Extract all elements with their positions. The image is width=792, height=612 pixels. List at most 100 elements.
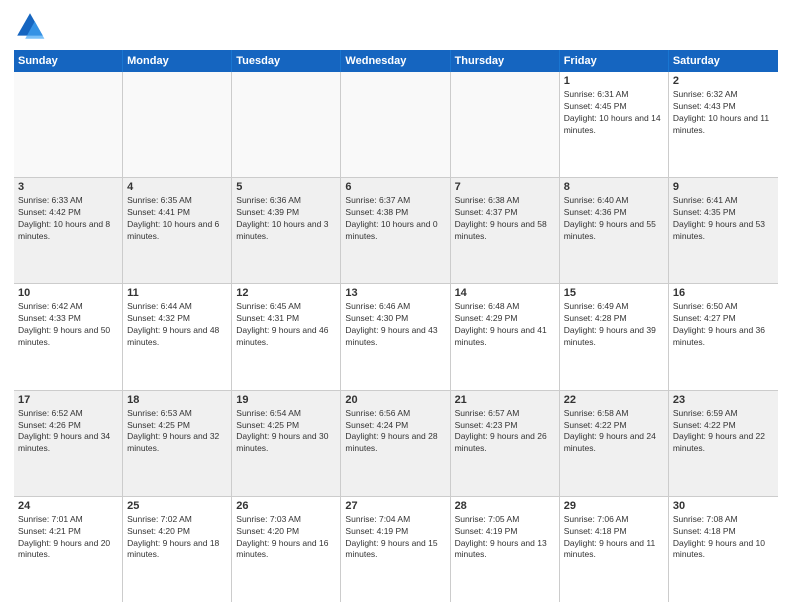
calendar: SundayMondayTuesdayWednesdayThursdayFrid… xyxy=(14,50,778,602)
header-day-tuesday: Tuesday xyxy=(232,50,341,72)
calendar-cell xyxy=(451,72,560,177)
day-number: 4 xyxy=(127,181,227,193)
calendar-cell: 20 Sunrise: 6:56 AMSunset: 4:24 PMDayligh… xyxy=(341,391,450,496)
day-number: 2 xyxy=(673,75,774,87)
calendar-cell: 16Sunrise: 6:50 AMSunset: 4:27 PMDayligh… xyxy=(669,284,778,389)
day-number: 22 xyxy=(564,394,664,406)
day-number: 27 xyxy=(345,500,445,512)
calendar-cell: 17 Sunrise: 6:52 AMSunset: 4:26 PMDayligh… xyxy=(14,391,123,496)
calendar-cell: 23Sunrise: 6:59 AMSunset: 4:22 PMDayligh… xyxy=(669,391,778,496)
page: SundayMondayTuesdayWednesdayThursdayFrid… xyxy=(0,0,792,612)
day-number: 14 xyxy=(455,287,555,299)
day-number: 18 xyxy=(127,394,227,406)
day-number: 6 xyxy=(345,181,445,193)
calendar-cell: 30 Sunrise: 7:08 AMSunset: 4:18 PMDayligh… xyxy=(669,497,778,602)
day-info: Sunrise: 6:48 AMSunset: 4:29 PMDaylight:… xyxy=(455,301,555,349)
day-info: Sunrise: 6:49 AMSunset: 4:28 PMDaylight:… xyxy=(564,301,664,349)
day-info: Sunrise: 7:08 AMSunset: 4:18 PMDaylight:… xyxy=(673,514,774,562)
calendar-cell: 22 Sunrise: 6:58 AMSunset: 4:22 PMDayligh… xyxy=(560,391,669,496)
calendar-row-4: 24Sunrise: 7:01 AMSunset: 4:21 PMDayligh… xyxy=(14,497,778,602)
header-day-sunday: Sunday xyxy=(14,50,123,72)
day-info: Sunrise: 6:32 AMSunset: 4:43 PMDaylight:… xyxy=(673,89,774,137)
day-number: 28 xyxy=(455,500,555,512)
day-number: 9 xyxy=(673,181,774,193)
day-number: 8 xyxy=(564,181,664,193)
day-info: Sunrise: 6:46 AMSunset: 4:30 PMDaylight:… xyxy=(345,301,445,349)
day-number: 10 xyxy=(18,287,118,299)
calendar-cell: 9Sunrise: 6:41 AMSunset: 4:35 PMDaylight… xyxy=(669,178,778,283)
day-info: Sunrise: 6:56 AMSunset: 4:24 PMDaylight:… xyxy=(345,408,445,456)
day-info: Sunrise: 6:44 AMSunset: 4:32 PMDaylight:… xyxy=(127,301,227,349)
header-day-saturday: Saturday xyxy=(669,50,778,72)
day-info: Sunrise: 7:05 AMSunset: 4:19 PMDaylight:… xyxy=(455,514,555,562)
day-info: Sunrise: 6:37 AMSunset: 4:38 PMDaylight:… xyxy=(345,195,445,243)
day-number: 15 xyxy=(564,287,664,299)
header-day-monday: Monday xyxy=(123,50,232,72)
day-number: 5 xyxy=(236,181,336,193)
day-info: Sunrise: 6:31 AMSunset: 4:45 PMDaylight:… xyxy=(564,89,664,137)
day-number: 7 xyxy=(455,181,555,193)
calendar-body: 1Sunrise: 6:31 AMSunset: 4:45 PMDaylight… xyxy=(14,72,778,602)
day-number: 26 xyxy=(236,500,336,512)
day-info: Sunrise: 6:57 AMSunset: 4:23 PMDaylight:… xyxy=(455,408,555,456)
calendar-cell: 7 Sunrise: 6:38 AMSunset: 4:37 PMDaylight… xyxy=(451,178,560,283)
calendar-cell: 3Sunrise: 6:33 AMSunset: 4:42 PMDaylight… xyxy=(14,178,123,283)
calendar-row-0: 1Sunrise: 6:31 AMSunset: 4:45 PMDaylight… xyxy=(14,72,778,178)
day-number: 19 xyxy=(236,394,336,406)
calendar-cell: 28 Sunrise: 7:05 AMSunset: 4:19 PMDayligh… xyxy=(451,497,560,602)
calendar-cell: 10 Sunrise: 6:42 AMSunset: 4:33 PMDayligh… xyxy=(14,284,123,389)
day-info: Sunrise: 6:40 AMSunset: 4:36 PMDaylight:… xyxy=(564,195,664,243)
calendar-cell: 26Sunrise: 7:03 AMSunset: 4:20 PMDayligh… xyxy=(232,497,341,602)
day-info: Sunrise: 6:36 AMSunset: 4:39 PMDaylight:… xyxy=(236,195,336,243)
day-info: Sunrise: 7:01 AMSunset: 4:21 PMDaylight:… xyxy=(18,514,118,562)
day-info: Sunrise: 6:38 AMSunset: 4:37 PMDaylight:… xyxy=(455,195,555,243)
day-number: 16 xyxy=(673,287,774,299)
calendar-cell: 29 Sunrise: 7:06 AMSunset: 4:18 PMDayligh… xyxy=(560,497,669,602)
calendar-cell: 5 Sunrise: 6:36 AMSunset: 4:39 PMDaylight… xyxy=(232,178,341,283)
header-day-wednesday: Wednesday xyxy=(341,50,450,72)
calendar-cell: 15 Sunrise: 6:49 AMSunset: 4:28 PMDayligh… xyxy=(560,284,669,389)
calendar-cell xyxy=(123,72,232,177)
day-info: Sunrise: 6:58 AMSunset: 4:22 PMDaylight:… xyxy=(564,408,664,456)
calendar-cell xyxy=(14,72,123,177)
calendar-cell: 25 Sunrise: 7:02 AMSunset: 4:20 PMDayligh… xyxy=(123,497,232,602)
calendar-cell: 8 Sunrise: 6:40 AMSunset: 4:36 PMDaylight… xyxy=(560,178,669,283)
day-info: Sunrise: 7:06 AMSunset: 4:18 PMDaylight:… xyxy=(564,514,664,562)
day-info: Sunrise: 7:02 AMSunset: 4:20 PMDaylight:… xyxy=(127,514,227,562)
calendar-cell: 27 Sunrise: 7:04 AMSunset: 4:19 PMDayligh… xyxy=(341,497,450,602)
day-info: Sunrise: 6:33 AMSunset: 4:42 PMDaylight:… xyxy=(18,195,118,243)
calendar-cell: 12 Sunrise: 6:45 AMSunset: 4:31 PMDayligh… xyxy=(232,284,341,389)
day-number: 12 xyxy=(236,287,336,299)
day-number: 21 xyxy=(455,394,555,406)
calendar-cell: 6 Sunrise: 6:37 AMSunset: 4:38 PMDaylight… xyxy=(341,178,450,283)
day-number: 30 xyxy=(673,500,774,512)
calendar-cell: 18 Sunrise: 6:53 AMSunset: 4:25 PMDayligh… xyxy=(123,391,232,496)
calendar-cell: 19 Sunrise: 6:54 AMSunset: 4:25 PMDayligh… xyxy=(232,391,341,496)
day-info: Sunrise: 6:45 AMSunset: 4:31 PMDaylight:… xyxy=(236,301,336,349)
day-info: Sunrise: 6:52 AMSunset: 4:26 PMDaylight:… xyxy=(18,408,118,456)
header-day-friday: Friday xyxy=(560,50,669,72)
day-number: 29 xyxy=(564,500,664,512)
calendar-cell xyxy=(341,72,450,177)
header xyxy=(14,10,778,42)
day-info: Sunrise: 7:04 AMSunset: 4:19 PMDaylight:… xyxy=(345,514,445,562)
calendar-cell: 2 Sunrise: 6:32 AMSunset: 4:43 PMDaylight… xyxy=(669,72,778,177)
calendar-row-1: 3Sunrise: 6:33 AMSunset: 4:42 PMDaylight… xyxy=(14,178,778,284)
day-info: Sunrise: 6:42 AMSunset: 4:33 PMDaylight:… xyxy=(18,301,118,349)
day-number: 13 xyxy=(345,287,445,299)
day-number: 20 xyxy=(345,394,445,406)
day-number: 17 xyxy=(18,394,118,406)
calendar-cell: 24Sunrise: 7:01 AMSunset: 4:21 PMDayligh… xyxy=(14,497,123,602)
day-info: Sunrise: 6:54 AMSunset: 4:25 PMDaylight:… xyxy=(236,408,336,456)
calendar-cell: 4 Sunrise: 6:35 AMSunset: 4:41 PMDaylight… xyxy=(123,178,232,283)
day-number: 11 xyxy=(127,287,227,299)
day-info: Sunrise: 6:53 AMSunset: 4:25 PMDaylight:… xyxy=(127,408,227,456)
day-number: 25 xyxy=(127,500,227,512)
day-info: Sunrise: 6:59 AMSunset: 4:22 PMDaylight:… xyxy=(673,408,774,456)
calendar-header: SundayMondayTuesdayWednesdayThursdayFrid… xyxy=(14,50,778,72)
logo xyxy=(14,10,50,42)
day-info: Sunrise: 6:35 AMSunset: 4:41 PMDaylight:… xyxy=(127,195,227,243)
calendar-cell: 11 Sunrise: 6:44 AMSunset: 4:32 PMDayligh… xyxy=(123,284,232,389)
logo-icon xyxy=(14,10,46,42)
calendar-cell xyxy=(232,72,341,177)
